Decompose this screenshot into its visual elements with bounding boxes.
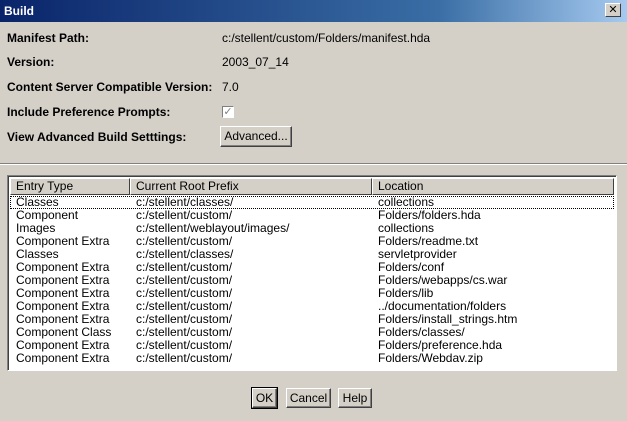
version-value: 2003_07_14 bbox=[222, 55, 289, 69]
table-row[interactable]: Component c:/stellent/custom/Folders/fold… bbox=[10, 209, 614, 222]
compatible-version-label: Content Server Compatible Version: bbox=[7, 80, 213, 94]
ok-button[interactable]: OK bbox=[251, 387, 278, 409]
table-header: Entry Type Current Root Prefix Location bbox=[10, 178, 614, 195]
entries-table[interactable]: Entry Type Current Root Prefix Location … bbox=[7, 175, 617, 371]
title-bar: Build ✕ bbox=[0, 0, 627, 22]
location-cell: Folders/Webdav.zip bbox=[378, 351, 483, 365]
root-prefix-cell: c:/stellent/custom/ bbox=[136, 351, 233, 365]
window-title: Build bbox=[4, 4, 34, 18]
entry-type-cell: Component Extra bbox=[16, 351, 110, 365]
version-label: Version: bbox=[7, 55, 55, 69]
separator bbox=[0, 163, 627, 165]
include-prompts-checkbox[interactable]: ✓ bbox=[222, 106, 234, 118]
close-icon[interactable]: ✕ bbox=[605, 3, 621, 17]
column-header-location[interactable]: Location bbox=[372, 178, 614, 195]
column-header-root-prefix[interactable]: Current Root Prefix bbox=[130, 178, 372, 195]
include-prompts-label: Include Preference Prompts: bbox=[7, 105, 171, 119]
table-row[interactable]: Component Extra c:/stellent/custom/Folder… bbox=[10, 235, 614, 248]
advanced-label: View Advanced Build Setttings: bbox=[7, 130, 187, 144]
table-body: Classes c:/stellent/classes/collections Co… bbox=[10, 196, 614, 365]
table-row[interactable]: Component Extra c:/stellent/custom/Folder… bbox=[10, 352, 614, 365]
manifest-path-label: Manifest Path: bbox=[7, 31, 90, 45]
cancel-button[interactable]: Cancel bbox=[286, 388, 331, 408]
column-header-entry-type[interactable]: Entry Type bbox=[10, 178, 130, 195]
help-button[interactable]: Help bbox=[338, 388, 372, 408]
table-row[interactable]: Classes c:/stellent/classes/collections bbox=[10, 196, 614, 209]
compatible-version-value: 7.0 bbox=[222, 80, 239, 94]
advanced-button[interactable]: Advanced... bbox=[220, 126, 292, 147]
manifest-path-value: c:/stellent/custom/Folders/manifest.hda bbox=[222, 31, 431, 45]
